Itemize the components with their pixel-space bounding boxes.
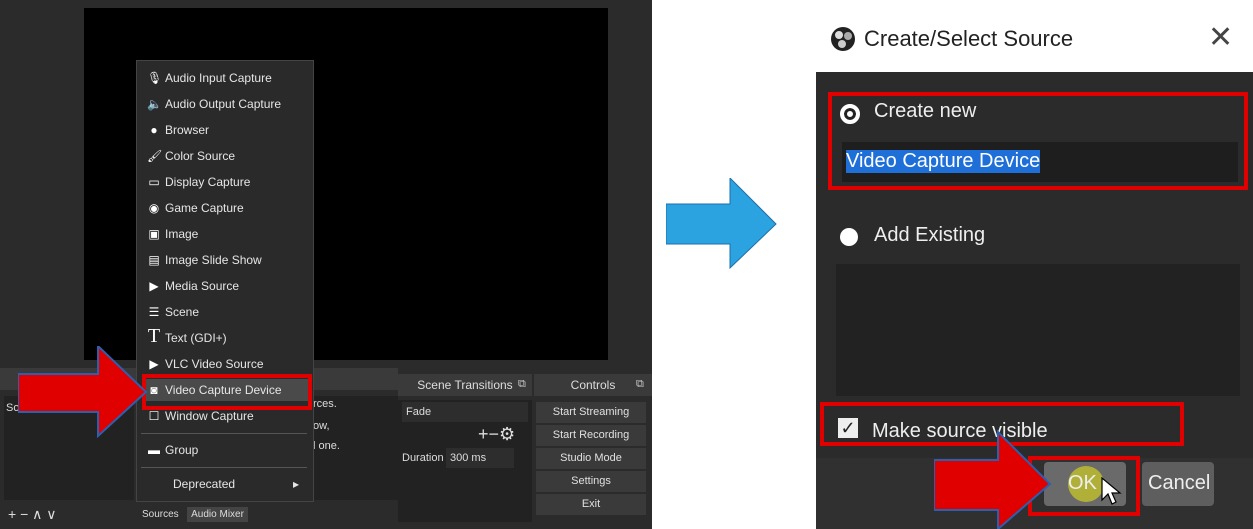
tab-sources[interactable]: Sources (138, 507, 183, 522)
dock-tabs: Sources Audio Mixer (138, 504, 248, 522)
menu-item-deprecated[interactable]: Deprecated (173, 473, 235, 495)
dialog-title: Create/Select Source (864, 26, 1074, 51)
transitions-body: Fade +−⚙ Duration 300 ms (398, 400, 532, 522)
red-arrow-icon (934, 430, 1052, 529)
blue-arrow-icon (666, 178, 777, 270)
add-existing-label: Add Existing (874, 224, 986, 246)
brush-icon: 🖌 (147, 149, 163, 163)
microphone-icon: 🎙 (147, 71, 163, 85)
cancel-button[interactable]: Cancel (1142, 462, 1214, 506)
menu-item-audio-input-capture[interactable]: 🎙 Audio Input Capture (147, 67, 272, 89)
menu-item-browser[interactable]: ● Browser (147, 119, 209, 141)
menu-divider (141, 433, 307, 434)
studio-mode-button[interactable]: Studio Mode (536, 448, 646, 471)
menu-divider (141, 467, 307, 468)
text-icon: T (147, 325, 161, 347)
add-source-menu: 🎙 Audio Input Capture 🔈 Audio Output Captu… (136, 60, 314, 502)
existing-sources-list[interactable] (836, 264, 1240, 396)
menu-item-text-gdi[interactable]: T Text (GDI+) (147, 325, 227, 347)
highlight-box (142, 374, 312, 410)
speaker-icon: 🔈 (147, 97, 162, 111)
add-existing-radio[interactable] (840, 228, 858, 246)
duration-field[interactable]: 300 ms (446, 448, 514, 468)
create-select-source-dialog: Create/Select Source ✕ Create new Video … (816, 0, 1253, 529)
red-arrow-icon (18, 346, 148, 438)
menu-item-media-source[interactable]: ▶ Media Source (147, 275, 239, 297)
duration-label: Duration (402, 452, 444, 464)
dock-float-icon[interactable]: ⧉ (636, 378, 644, 391)
start-streaming-button[interactable]: Start Streaming (536, 402, 646, 425)
menu-item-display-capture[interactable]: ▭ Display Capture (147, 171, 250, 193)
play-icon: ▶ (149, 279, 159, 293)
transition-add-settings[interactable]: +−⚙ (478, 424, 515, 445)
monitor-icon: ▭ (148, 175, 160, 189)
gamepad-icon: ◉ (148, 201, 160, 215)
exit-button[interactable]: Exit (536, 494, 646, 517)
menu-item-vlc-video-source[interactable]: ▶ VLC Video Source (147, 353, 263, 375)
cancel-label: Cancel (1148, 472, 1211, 494)
controls-title: Controls (534, 374, 652, 396)
globe-icon: ● (150, 123, 158, 137)
menu-item-scene[interactable]: ☰ Scene (147, 301, 199, 323)
menu-item-group[interactable]: ▬ Group (147, 439, 198, 461)
submenu-arrow-icon: ▸ (293, 477, 300, 491)
highlight-box (828, 92, 1248, 190)
slideshow-icon: ▤ (148, 253, 160, 267)
scene-transitions-title: Scene Transitions (398, 374, 532, 396)
play-icon: ▶ (149, 357, 159, 371)
sources-fragment-1: rces. (313, 398, 337, 410)
transition-select[interactable]: Fade (402, 402, 528, 422)
menu-item-image[interactable]: ▣ Image (147, 223, 198, 245)
menu-item-audio-output-capture[interactable]: 🔈 Audio Output Capture (147, 93, 281, 115)
start-recording-button[interactable]: Start Recording (536, 425, 646, 448)
image-icon: ▣ (148, 227, 160, 241)
obs-window: So + − ∧ ∨ rces. ow, l one. + Sources Au… (0, 0, 652, 529)
folder-icon: ▬ (148, 443, 160, 457)
menu-item-game-capture[interactable]: ◉ Game Capture (147, 197, 244, 219)
scene-controls[interactable]: + − ∧ ∨ (8, 506, 57, 523)
dock-float-icon[interactable]: ⧉ (518, 378, 526, 391)
tab-audio-mixer[interactable]: Audio Mixer (187, 507, 248, 522)
menu-item-color-source[interactable]: 🖌 Color Source (147, 145, 235, 167)
cursor-icon (1101, 476, 1122, 505)
dialog-titlebar: Create/Select Source ✕ (816, 0, 1253, 72)
list-icon: ☰ (148, 305, 160, 319)
close-icon[interactable]: ✕ (1208, 20, 1233, 55)
menu-item-image-slide-show[interactable]: ▤ Image Slide Show (147, 249, 261, 271)
sources-fragment-2: ow, (313, 420, 330, 432)
controls-list: Start Streaming Start Recording Studio M… (536, 402, 646, 517)
obs-logo-icon (831, 27, 855, 51)
sources-fragment-3: l one. (313, 440, 340, 452)
settings-button[interactable]: Settings (536, 471, 646, 494)
